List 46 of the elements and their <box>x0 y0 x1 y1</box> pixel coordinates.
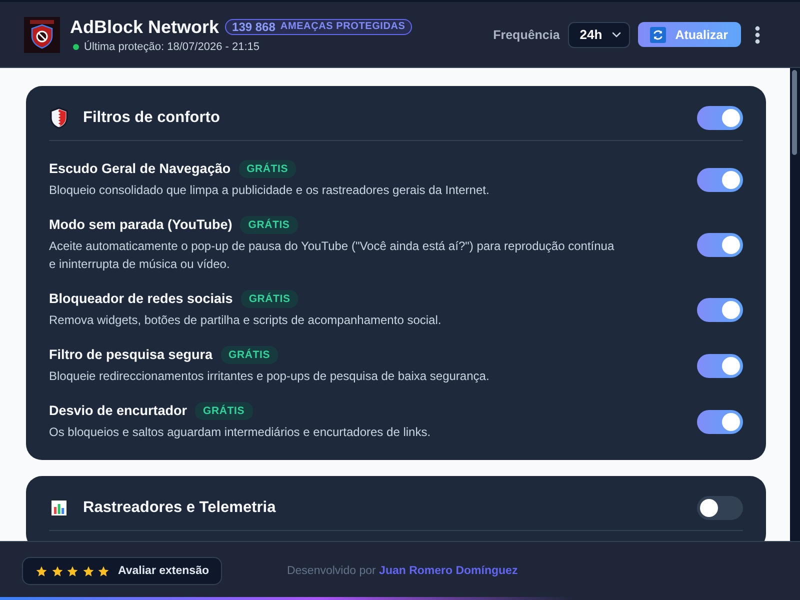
filter-description: Bloqueio consolidado que limpa a publicidade e os rastreadores gerais da Internet. <box>49 182 490 199</box>
star-icon <box>82 566 94 576</box>
app-title: AdBlock Network <box>70 16 220 38</box>
more-options-button[interactable] <box>755 26 760 44</box>
bar-chart-icon <box>50 499 68 517</box>
free-badge: GRÁTIS <box>240 216 298 234</box>
toggle-switch[interactable] <box>697 354 743 378</box>
frequency-label: Frequência <box>493 28 560 42</box>
filter-description: Os bloqueios e saltos aguardam intermediários e encurtadores de links. <box>49 424 432 441</box>
last-protection-text: Última proteção: 18/07/2026 - 21:15 <box>84 40 260 54</box>
section-title: Filtros de conforto <box>83 109 221 127</box>
free-badge: GRÁTIS <box>195 402 253 420</box>
star-icon <box>52 566 62 576</box>
filter-name: Desvio de encurtador <box>49 402 188 420</box>
toggle-switch[interactable] <box>697 496 743 520</box>
star-icon <box>36 566 47 576</box>
status-dot-icon <box>73 44 79 50</box>
threat-count: 139 868 <box>232 20 276 34</box>
free-badge: GRÁTIS <box>220 346 278 364</box>
star-icon <box>67 566 78 576</box>
toggle-switch[interactable] <box>697 168 743 192</box>
scrollbar-thumb[interactable] <box>792 70 797 155</box>
filter-name: Bloqueador de redes sociais <box>49 290 233 308</box>
chevron-down-icon <box>612 32 622 38</box>
credit-text: Desenvolvido por Juan Romero Domínguez <box>286 565 518 577</box>
toggle-switch[interactable] <box>697 410 743 434</box>
frequency-select[interactable]: 24h <box>568 22 630 48</box>
toggle-switch[interactable] <box>697 298 743 322</box>
filter-description: Bloqueie redireccionamentos irritantes e pop-ups de pesquisa de baixa segurança. <box>49 368 490 385</box>
rate-extension-button[interactable]: Avaliar extensão <box>22 557 222 585</box>
shield-logo <box>24 16 60 52</box>
filter-name: Modo sem parada (YouTube) <box>49 216 232 234</box>
filter-description: Remova widgets, botões de partilha e scripts de acompanhamento social. <box>49 312 442 329</box>
filter-name: Filtro de pesquisa segura <box>49 346 213 364</box>
star-icon <box>98 566 109 576</box>
shield-icon <box>50 107 68 129</box>
free-badge: GRÁTIS <box>238 160 296 178</box>
filter-name: Escudo Geral de Navegação <box>49 160 231 178</box>
threat-label: AMEAÇAS PROTEGIDAS <box>280 21 406 32</box>
filter-description: Aceite automaticamente o pop-up de pausa do YouTube ("Você ainda está aí?") para reprodução contínua e ininterrupta de música ou vídeo. <box>49 238 616 273</box>
vertical-dots-icon <box>755 26 760 44</box>
free-badge: GRÁTIS <box>240 290 298 308</box>
toggle-switch[interactable] <box>697 232 743 256</box>
section-title: Rastreadores e Telemetria <box>83 499 277 517</box>
toggle-switch[interactable] <box>697 106 743 130</box>
refresh-icon <box>650 26 666 42</box>
